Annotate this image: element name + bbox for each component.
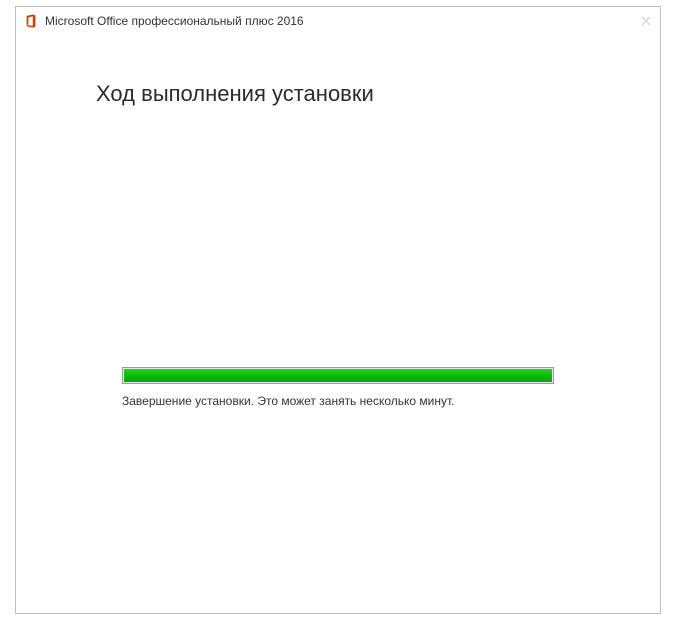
progress-bar [122,367,554,384]
close-icon [641,16,651,26]
installer-window: Microsoft Office профессиональный плюс 2… [15,6,661,614]
progress-fill [124,369,552,382]
content-area: Ход выполнения установки Завершение уста… [16,35,660,408]
close-button[interactable] [636,11,656,31]
progress-section: Завершение установки. Это может занять н… [122,367,554,408]
title-left: Microsoft Office профессиональный плюс 2… [24,14,304,28]
titlebar: Microsoft Office профессиональный плюс 2… [16,7,660,35]
page-heading: Ход выполнения установки [96,81,580,107]
office-icon [24,14,38,28]
status-text: Завершение установки. Это может занять н… [122,394,554,408]
window-title: Microsoft Office профессиональный плюс 2… [45,14,304,28]
